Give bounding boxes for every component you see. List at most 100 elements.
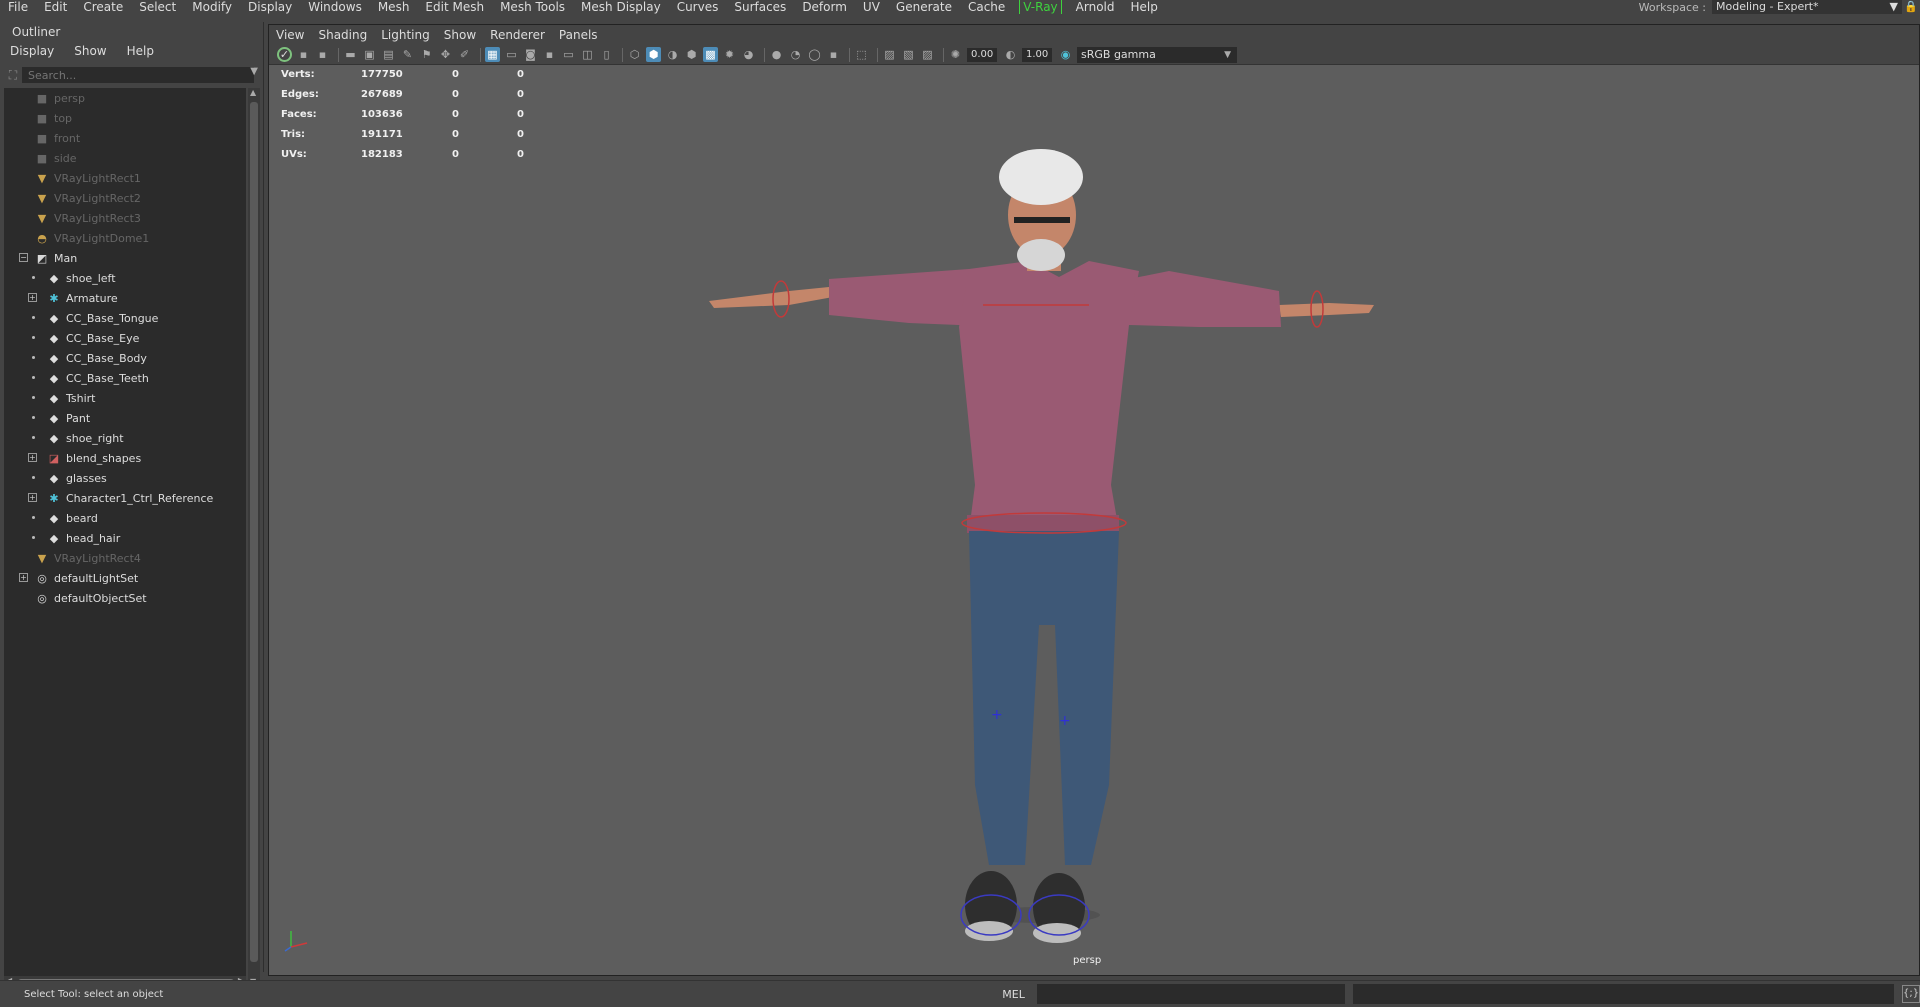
bookmark-icon[interactable]: ▬: [343, 47, 358, 62]
menu-generate[interactable]: Generate: [888, 0, 960, 14]
menu-surfaces[interactable]: Surfaces: [726, 0, 794, 14]
image-plane-icon[interactable]: ▣: [362, 47, 377, 62]
outliner-item-character1-ctrl-reference[interactable]: ✱ Character1_Ctrl_Reference: [46, 488, 213, 508]
menu-display[interactable]: Display: [240, 0, 300, 14]
expand-icon[interactable]: −: [19, 253, 28, 262]
outliner-item-man[interactable]: ◩ Man: [34, 248, 77, 268]
grease-pencil-icon[interactable]: ✎: [400, 47, 415, 62]
scroll-thumb[interactable]: [250, 102, 258, 962]
script-language-toggle[interactable]: MEL: [994, 988, 1034, 1001]
gate-mask-icon[interactable]: ▪: [542, 47, 557, 62]
knee-locator-right[interactable]: +: [1059, 713, 1071, 729]
outliner-item-shoe-right[interactable]: ◆ shoe_right: [46, 428, 124, 448]
depth-of-field-icon[interactable]: ▪: [826, 47, 841, 62]
menu-cache[interactable]: Cache: [960, 0, 1013, 14]
outliner-item-beard[interactable]: ◆ beard: [46, 508, 98, 528]
chevron-down-icon[interactable]: ▼: [250, 66, 258, 77]
menu-windows[interactable]: Windows: [300, 0, 370, 14]
resolution-gate-icon[interactable]: ◙: [523, 47, 538, 62]
motion-blur-icon[interactable]: ◔: [788, 47, 803, 62]
menu-vray[interactable]: V-Ray: [1019, 0, 1062, 14]
camera-attributes-icon[interactable]: ▪: [315, 47, 330, 62]
viewport-panel[interactable]: View Shading Lighting Show Renderer Pane…: [268, 24, 1920, 976]
outliner-item-blend-shapes[interactable]: ◪ blend_shapes: [46, 448, 141, 468]
color-management-icon[interactable]: ◉: [1058, 47, 1073, 62]
outliner-item-cc-base-eye[interactable]: ◆ CC_Base_Eye: [46, 328, 140, 348]
pan-icon[interactable]: ✥: [438, 47, 453, 62]
outliner-item-vraylightrect3[interactable]: ▼ VRayLightRect3: [34, 208, 141, 228]
menu-edit[interactable]: Edit: [36, 0, 75, 14]
outliner-item-defaultobjectset[interactable]: ◎ defaultObjectSet: [34, 588, 146, 608]
knee-locator-left[interactable]: +: [991, 707, 1003, 723]
lock-icon[interactable]: 🔒: [1904, 0, 1918, 14]
outliner-item-cc-base-teeth[interactable]: ◆ CC_Base_Teeth: [46, 368, 149, 388]
script-editor-icon[interactable]: {;}: [1902, 985, 1920, 1003]
lock-camera-icon[interactable]: ▪: [296, 47, 311, 62]
outliner-search-input[interactable]: [22, 67, 254, 83]
menu-file[interactable]: File: [0, 0, 36, 14]
outliner-item-front[interactable]: ■ front: [34, 128, 80, 148]
viewport-menu-renderer[interactable]: Renderer: [483, 28, 552, 42]
outliner-item-vraylightrect4[interactable]: ▼ VRayLightRect4: [34, 548, 141, 568]
outliner-menu-help[interactable]: Help: [117, 44, 164, 58]
film-gate-icon[interactable]: ▭: [504, 47, 519, 62]
gamma-icon[interactable]: ◐: [1003, 47, 1018, 62]
outliner-item-vraylightrect1[interactable]: ▼ VRayLightRect1: [34, 168, 141, 188]
menu-edit-mesh[interactable]: Edit Mesh: [417, 0, 492, 14]
viewport-menu-shading[interactable]: Shading: [311, 28, 374, 42]
wireframe-icon[interactable]: ⬡: [627, 47, 642, 62]
outliner-menu-show[interactable]: Show: [64, 44, 116, 58]
use-all-lights-icon[interactable]: ✹: [722, 47, 737, 62]
scroll-up-icon[interactable]: ▲: [250, 88, 256, 97]
menu-uv[interactable]: UV: [855, 0, 888, 14]
workspace-dropdown[interactable]: Modeling - Expert* ▼: [1712, 0, 1902, 14]
command-line-input[interactable]: [1037, 984, 1345, 1004]
outliner-menu-display[interactable]: Display: [0, 44, 64, 58]
menu-select[interactable]: Select: [131, 0, 184, 14]
xray-joints-icon[interactable]: ▨: [920, 47, 935, 62]
outliner-item-vraylightdome1[interactable]: ◓ VRayLightDome1: [34, 228, 149, 248]
view-transform-dropdown[interactable]: sRGB gamma ▼: [1077, 46, 1237, 63]
expand-icon[interactable]: +: [28, 293, 37, 302]
select-camera-icon[interactable]: ✓: [277, 47, 292, 62]
smooth-shade-icon[interactable]: ⬢: [646, 47, 661, 62]
isolate-select-icon[interactable]: ⬚: [854, 47, 869, 62]
exposure-icon[interactable]: ✺: [948, 47, 963, 62]
exposure-field[interactable]: 0.00: [967, 47, 997, 62]
outliner-item-shoe-left[interactable]: ◆ shoe_left: [46, 268, 116, 288]
wireframe-on-shaded-icon[interactable]: ⬢: [684, 47, 699, 62]
2d-pan-icon[interactable]: ▤: [381, 47, 396, 62]
viewport-menu-show[interactable]: Show: [437, 28, 483, 42]
menu-arnold[interactable]: Arnold: [1068, 0, 1123, 14]
outliner-vertical-scrollbar[interactable]: ▲ ▼: [248, 88, 260, 986]
menu-deform[interactable]: Deform: [794, 0, 855, 14]
xray-active-components-icon[interactable]: ▧: [901, 47, 916, 62]
outliner-item-persp[interactable]: ■ persp: [34, 88, 85, 108]
outliner-item-side[interactable]: ■ side: [34, 148, 77, 168]
filter-icon[interactable]: ⛶: [4, 68, 22, 83]
menu-help[interactable]: Help: [1123, 0, 1166, 14]
grid-icon[interactable]: ▦: [485, 47, 500, 62]
menu-mesh-display[interactable]: Mesh Display: [573, 0, 669, 14]
viewport-menu-panels[interactable]: Panels: [552, 28, 605, 42]
flag-icon[interactable]: ⚑: [419, 47, 434, 62]
expand-icon[interactable]: +: [28, 453, 37, 462]
menu-modify[interactable]: Modify: [184, 0, 240, 14]
menu-create[interactable]: Create: [75, 0, 131, 14]
textured-icon[interactable]: ▩: [703, 47, 718, 62]
gamma-field[interactable]: 1.00: [1022, 47, 1052, 62]
menu-curves[interactable]: Curves: [669, 0, 727, 14]
outliner-item-vraylightrect2[interactable]: ▼ VRayLightRect2: [34, 188, 141, 208]
outliner-item-armature[interactable]: ✱ Armature: [46, 288, 117, 308]
outliner-item-defaultlightset[interactable]: ◎ defaultLightSet: [34, 568, 138, 588]
outliner-item-glasses[interactable]: ◆ glasses: [46, 468, 107, 488]
field-chart-icon[interactable]: ▭: [561, 47, 576, 62]
shadows-icon[interactable]: ◕: [741, 47, 756, 62]
outliner-item-cc-base-body[interactable]: ◆ CC_Base_Body: [46, 348, 147, 368]
character-model[interactable]: + +: [269, 65, 1919, 975]
outliner-item-cc-base-tongue[interactable]: ◆ CC_Base_Tongue: [46, 308, 159, 328]
xray-icon[interactable]: ▨: [882, 47, 897, 62]
anti-aliasing-icon[interactable]: ◯: [807, 47, 822, 62]
viewport-menu-view[interactable]: View: [269, 28, 311, 42]
outliner-item-tshirt[interactable]: ◆ Tshirt: [46, 388, 96, 408]
